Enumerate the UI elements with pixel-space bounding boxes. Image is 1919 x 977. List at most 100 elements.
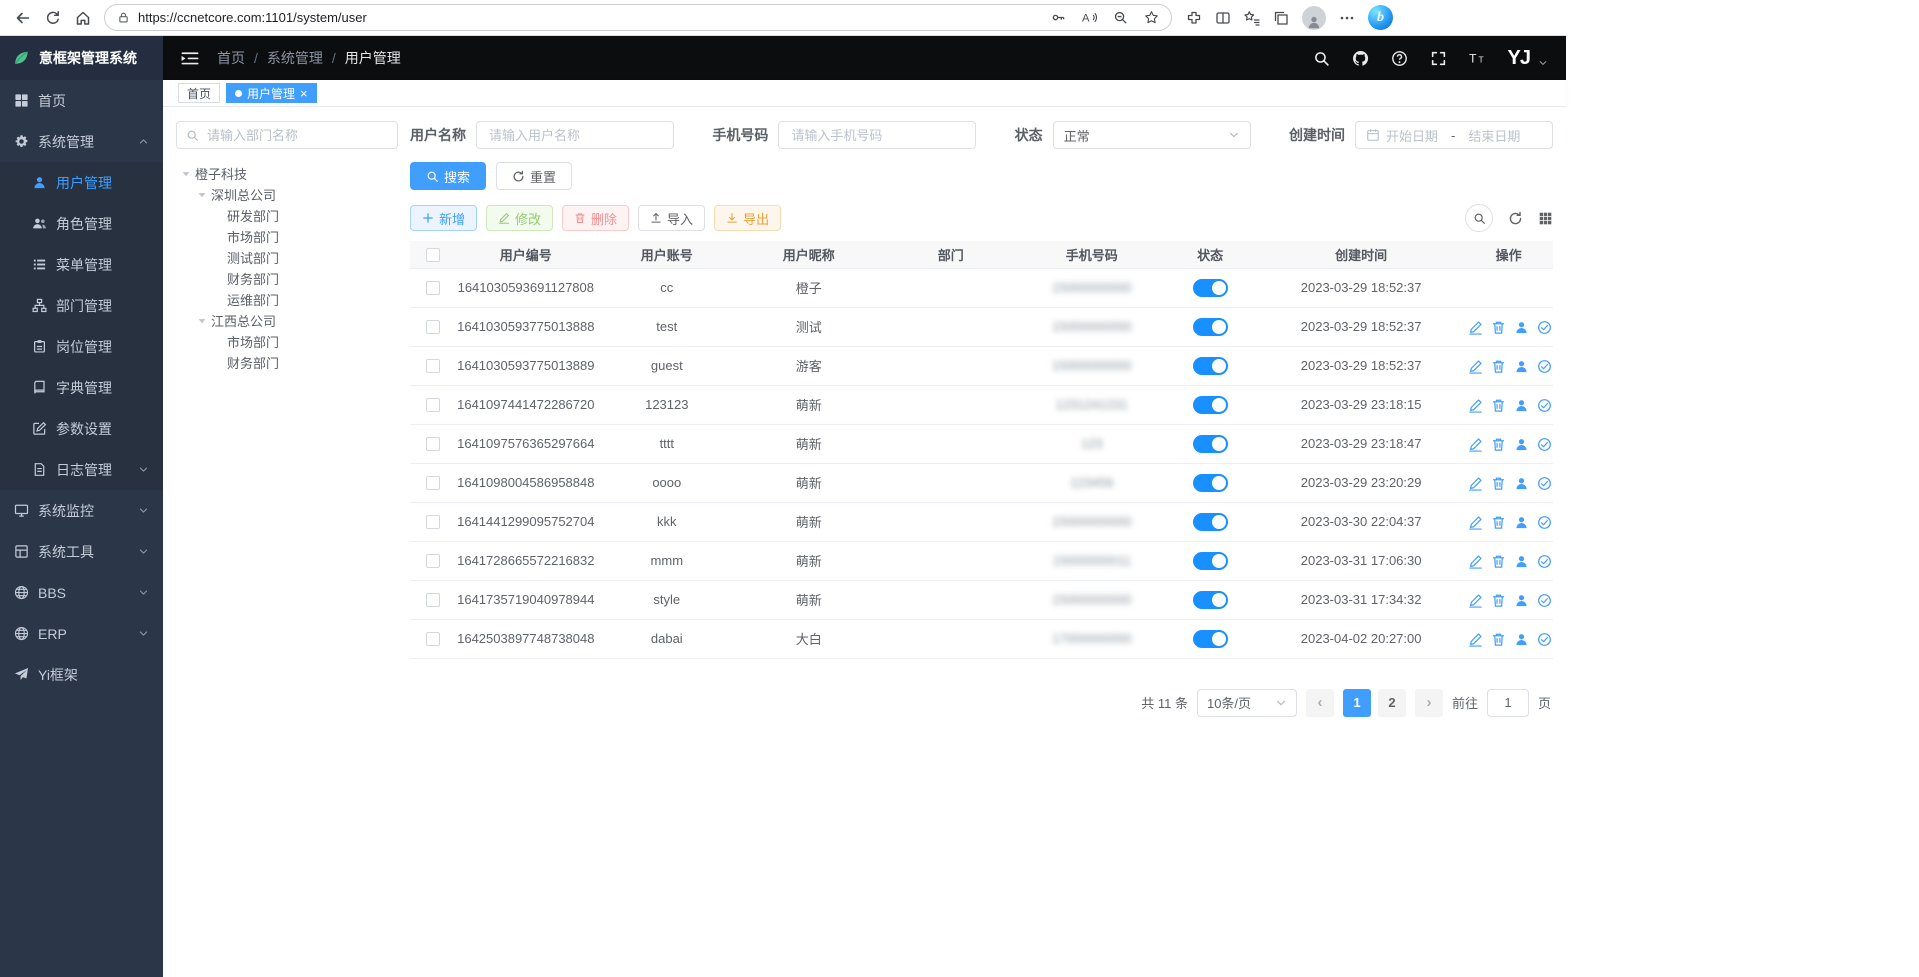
edit-row-icon[interactable] bbox=[1468, 515, 1483, 530]
status-toggle[interactable] bbox=[1193, 279, 1228, 297]
split-screen-icon[interactable] bbox=[1215, 10, 1231, 26]
sidebar-item-system-management[interactable]: 系统管理 bbox=[0, 121, 163, 162]
edit-row-icon[interactable] bbox=[1468, 476, 1483, 491]
address-bar[interactable]: https://ccnetcore.com:1101/system/user A bbox=[104, 4, 1172, 31]
tree-node[interactable]: 市场部门 bbox=[176, 226, 398, 247]
sidebar-item-yi-framework[interactable]: Yi框架 bbox=[0, 654, 163, 695]
user-menu-caret-icon[interactable] bbox=[1538, 58, 1548, 68]
row-checkbox[interactable] bbox=[426, 476, 440, 490]
caret-expanded-icon[interactable] bbox=[196, 189, 208, 201]
tag-close-icon[interactable]: × bbox=[300, 87, 308, 100]
sidebar-item-dict-management[interactable]: 字典管理 bbox=[0, 367, 163, 408]
sidebar-item-bbs[interactable]: BBS bbox=[0, 572, 163, 613]
assign-role-icon[interactable] bbox=[1537, 320, 1552, 335]
collapse-sidebar-icon[interactable] bbox=[181, 51, 199, 66]
favorites-icon[interactable] bbox=[1244, 10, 1260, 26]
row-checkbox[interactable] bbox=[426, 281, 440, 295]
tree-node[interactable]: 江西总公司 bbox=[176, 310, 398, 331]
zoom-out-icon[interactable] bbox=[1113, 10, 1128, 25]
row-checkbox[interactable] bbox=[426, 359, 440, 373]
column-settings-icon[interactable] bbox=[1538, 211, 1553, 226]
breadcrumb-item[interactable]: 首页 bbox=[217, 48, 245, 68]
reset-password-icon[interactable] bbox=[1514, 593, 1529, 608]
search-icon[interactable] bbox=[1313, 50, 1330, 67]
edit-row-icon[interactable] bbox=[1468, 593, 1483, 608]
reset-password-icon[interactable] bbox=[1514, 476, 1529, 491]
status-toggle[interactable] bbox=[1193, 357, 1228, 375]
sidebar-item-home[interactable]: 首页 bbox=[0, 80, 163, 121]
row-checkbox[interactable] bbox=[426, 515, 440, 529]
delete-row-icon[interactable] bbox=[1491, 554, 1506, 569]
edit-row-icon[interactable] bbox=[1468, 398, 1483, 413]
page-button-2[interactable]: 2 bbox=[1378, 689, 1406, 717]
status-toggle[interactable] bbox=[1193, 552, 1228, 570]
caret-expanded-icon[interactable] bbox=[180, 168, 192, 180]
reset-password-icon[interactable] bbox=[1514, 515, 1529, 530]
tree-node[interactable]: 橙子科技 bbox=[176, 163, 398, 184]
next-page-button[interactable]: › bbox=[1415, 689, 1443, 717]
browser-back-button[interactable] bbox=[8, 3, 38, 33]
row-checkbox[interactable] bbox=[426, 320, 440, 334]
profile-avatar[interactable] bbox=[1302, 6, 1326, 30]
sidebar-item-post-management[interactable]: 岗位管理 bbox=[0, 326, 163, 367]
browser-home-button[interactable] bbox=[68, 3, 98, 33]
row-checkbox[interactable] bbox=[426, 398, 440, 412]
sidebar-item-param-settings[interactable]: 参数设置 bbox=[0, 408, 163, 449]
edit-row-icon[interactable] bbox=[1468, 437, 1483, 452]
goto-page-input[interactable] bbox=[1487, 689, 1529, 717]
add-favorite-icon[interactable] bbox=[1144, 10, 1159, 25]
status-select[interactable]: 正常 bbox=[1053, 121, 1251, 149]
status-toggle[interactable] bbox=[1193, 396, 1228, 414]
github-icon[interactable] bbox=[1352, 50, 1369, 67]
sidebar-item-role-management[interactable]: 角色管理 bbox=[0, 203, 163, 244]
breadcrumb-item[interactable]: 系统管理 bbox=[267, 48, 323, 68]
tag-user-management[interactable]: 用户管理× bbox=[226, 83, 317, 103]
tree-node[interactable]: 研发部门 bbox=[176, 205, 398, 226]
delete-row-icon[interactable] bbox=[1491, 515, 1506, 530]
status-toggle[interactable] bbox=[1193, 513, 1228, 531]
import-button[interactable]: 导入 bbox=[638, 205, 705, 231]
assign-role-icon[interactable] bbox=[1537, 554, 1552, 569]
tree-node[interactable]: 测试部门 bbox=[176, 247, 398, 268]
sidebar-item-log-management[interactable]: 日志管理 bbox=[0, 449, 163, 490]
row-checkbox[interactable] bbox=[426, 437, 440, 451]
edit-row-icon[interactable] bbox=[1468, 554, 1483, 569]
status-toggle[interactable] bbox=[1193, 630, 1228, 648]
header-checkbox[interactable] bbox=[426, 248, 440, 262]
assign-role-icon[interactable] bbox=[1537, 398, 1552, 413]
search-button[interactable]: 搜索 bbox=[410, 162, 486, 190]
edit-button[interactable]: 修改 bbox=[486, 205, 553, 231]
assign-role-icon[interactable] bbox=[1537, 593, 1552, 608]
tree-node[interactable]: 财务部门 bbox=[176, 268, 398, 289]
breadcrumb-item[interactable]: 用户管理 bbox=[345, 48, 401, 68]
reset-password-icon[interactable] bbox=[1514, 398, 1529, 413]
sidebar-item-system-tools[interactable]: 系统工具 bbox=[0, 531, 163, 572]
edit-row-icon[interactable] bbox=[1468, 632, 1483, 647]
assign-role-icon[interactable] bbox=[1537, 476, 1552, 491]
status-toggle[interactable] bbox=[1193, 591, 1228, 609]
show-search-button[interactable] bbox=[1465, 204, 1493, 232]
assign-role-icon[interactable] bbox=[1537, 632, 1552, 647]
delete-button[interactable]: 删除 bbox=[562, 205, 629, 231]
fullscreen-icon[interactable] bbox=[1430, 50, 1447, 67]
tree-node[interactable]: 财务部门 bbox=[176, 352, 398, 373]
font-size-icon[interactable]: TT bbox=[1469, 50, 1486, 67]
user-logo[interactable]: YJ bbox=[1508, 47, 1530, 70]
add-button[interactable]: 新增 bbox=[410, 205, 477, 231]
delete-row-icon[interactable] bbox=[1491, 398, 1506, 413]
reset-button[interactable]: 重置 bbox=[496, 162, 572, 190]
username-input[interactable] bbox=[487, 127, 663, 144]
reset-password-icon[interactable] bbox=[1514, 359, 1529, 374]
refresh-table-icon[interactable] bbox=[1508, 211, 1523, 226]
date-range-picker[interactable]: 开始日期 - 结束日期 bbox=[1355, 121, 1553, 149]
reset-password-icon[interactable] bbox=[1514, 554, 1529, 569]
edit-row-icon[interactable] bbox=[1468, 320, 1483, 335]
phone-input[interactable] bbox=[789, 127, 965, 144]
delete-row-icon[interactable] bbox=[1491, 437, 1506, 452]
delete-row-icon[interactable] bbox=[1491, 632, 1506, 647]
sidebar-item-system-monitor[interactable]: 系统监控 bbox=[0, 490, 163, 531]
caret-expanded-icon[interactable] bbox=[196, 315, 208, 327]
sidebar-item-erp[interactable]: ERP bbox=[0, 613, 163, 654]
edit-row-icon[interactable] bbox=[1468, 359, 1483, 374]
page-button-1[interactable]: 1 bbox=[1343, 689, 1371, 717]
